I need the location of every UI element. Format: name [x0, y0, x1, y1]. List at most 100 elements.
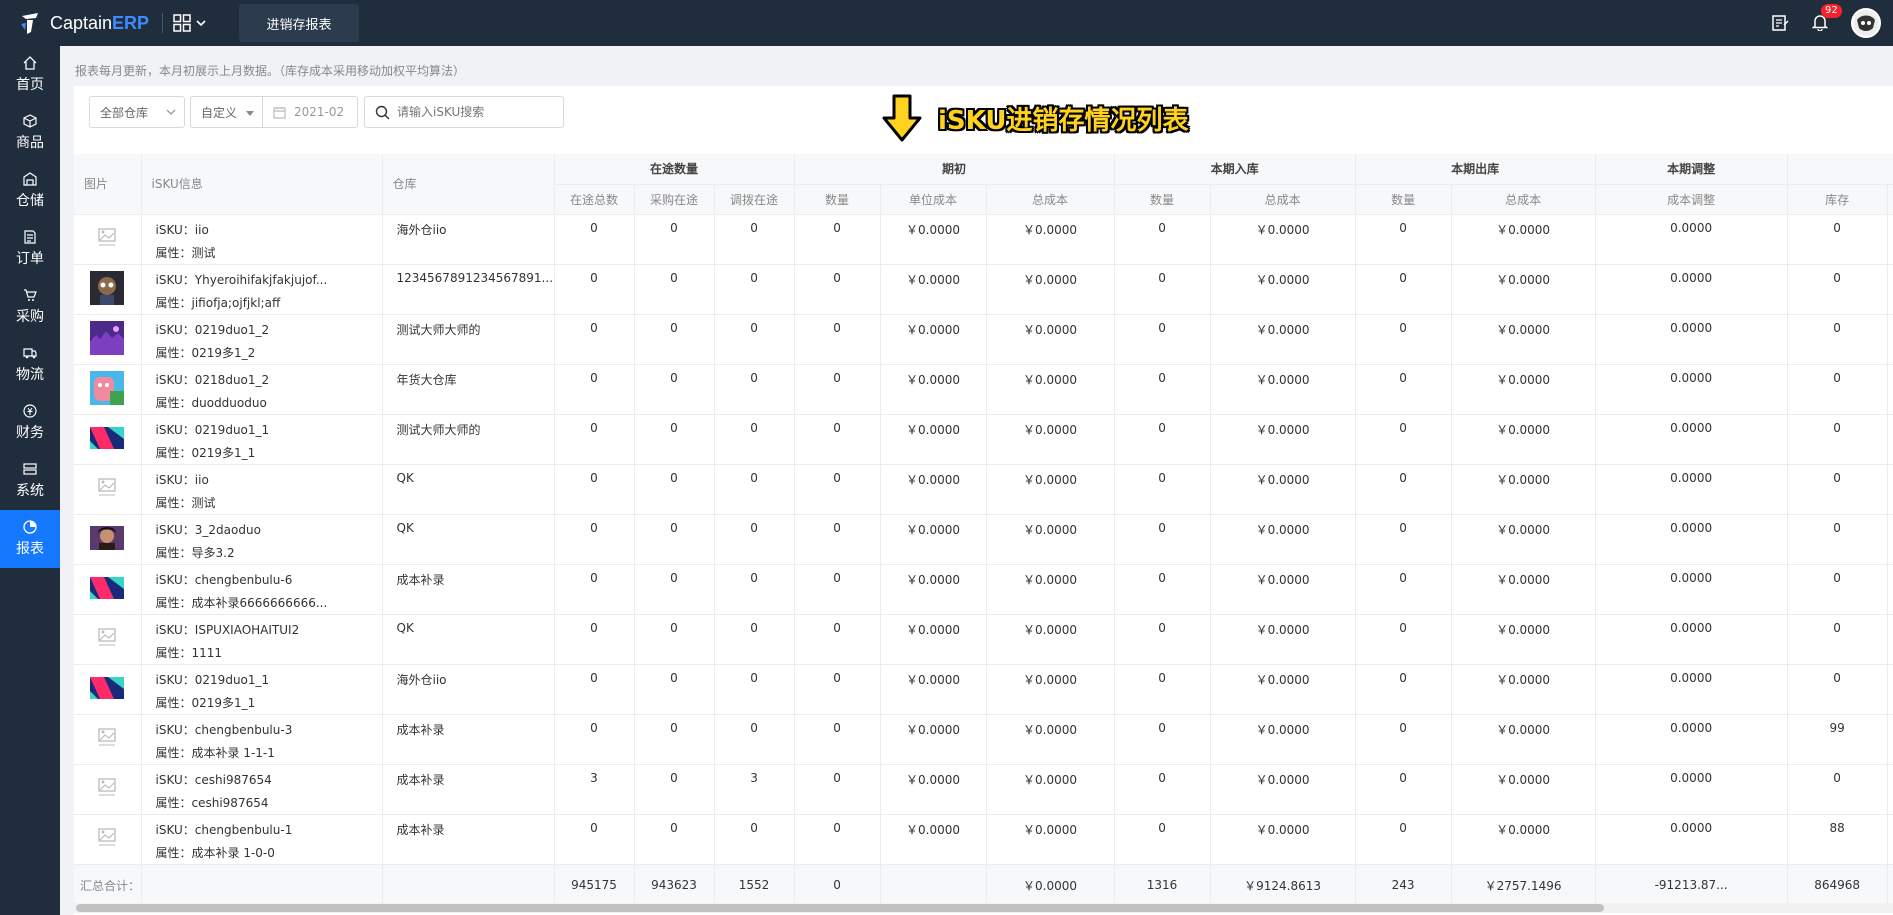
value-cell: ￥1.	[1887, 814, 1893, 865]
isku-code: iSKU：iio	[155, 472, 209, 487]
sidebar-item-6[interactable]: 财务	[0, 394, 60, 452]
sidebar-item-8[interactable]: 报表	[0, 510, 60, 568]
brand-suffix: ERP	[112, 12, 150, 33]
value-cell: 0	[1355, 414, 1452, 465]
sidebar-item-4[interactable]: 采购	[0, 278, 60, 336]
isku-search-field[interactable]	[364, 96, 564, 128]
table-row[interactable]: iSKU：Yhyeroihifakjfakjujof... 属性：jifiofja…	[74, 264, 1893, 315]
value-cell: ￥0.0000	[880, 214, 987, 265]
value-cell: ￥0.0000	[1451, 664, 1596, 715]
totals-value: 864968	[1787, 863, 1888, 907]
totals-value: 1316	[1114, 863, 1211, 907]
value-cell: ￥0.0000	[1451, 464, 1596, 515]
value-cell: ￥0.0000	[1210, 464, 1356, 515]
value-cell: ￥0.0000	[1210, 214, 1356, 265]
value-cell: 3	[714, 764, 795, 815]
period-type-select[interactable]: 自定义	[190, 96, 262, 128]
value-cell: 0	[554, 364, 635, 415]
value-cell: 0	[634, 314, 715, 365]
isku-search-input[interactable]	[397, 105, 547, 119]
tab-inventory-report[interactable]: 进销存报表	[239, 4, 359, 42]
sidebar: 首页 商品仓储订单 采购 物流 财务 系统 报表	[0, 46, 60, 915]
value-cell: 0	[1114, 714, 1211, 765]
value-cell: 0	[1114, 764, 1211, 815]
sidebar-item-2[interactable]: 仓储	[0, 162, 60, 220]
table-row[interactable]: iSKU：chengbenbulu-1 属性：成本补录 1-0-0 成本补录 0 0 0 0…	[74, 814, 1893, 865]
value-cell: 0	[634, 464, 715, 515]
table-row[interactable]: iSKU：0219duo1_1 属性：0219多1_1 海外仓iio 0 0 0 0 ￥0.0…	[74, 664, 1893, 715]
value-cell: ￥0.0000	[1451, 314, 1596, 365]
sidebar-item-7[interactable]: 系统	[0, 452, 60, 510]
value-cell: ￥0.	[1887, 414, 1893, 465]
isku-info-cell: iSKU：0219duo1_2 属性：0219多1_2	[141, 314, 383, 365]
value-cell: 0	[794, 514, 881, 565]
value-cell: 0	[714, 364, 795, 415]
isku-attribute: 属性：成本补录 1-0-0	[155, 845, 275, 860]
table-row[interactable]: iSKU：0218duo1_2 属性：duodduoduo 年货大仓库 0 0 0 0 ￥0.…	[74, 364, 1893, 415]
report-card: 全部仓库 自定义 2021-02 iSKU进销存情况列表	[74, 86, 1893, 915]
value-cell: 0	[554, 264, 635, 315]
isku-info-cell: iSKU：iio 属性：测试	[141, 464, 383, 515]
notification-bell[interactable]: 92	[1811, 3, 1842, 34]
value-cell: 0	[1787, 364, 1888, 415]
value-cell: 0	[554, 464, 635, 515]
table-row[interactable]: iSKU：ISPUXIAOHAITUI2 属性：1111 QK 0 0 0 0 ￥0.0000…	[74, 614, 1893, 665]
product-thumbnail	[74, 514, 142, 565]
value-cell: ￥0.0000	[986, 564, 1115, 615]
sidebar-item-1[interactable]: 商品	[0, 104, 60, 162]
value-cell: 0	[634, 414, 715, 465]
app-switcher[interactable]	[173, 14, 207, 32]
subcol-6: 数量	[1114, 184, 1211, 215]
logo[interactable]: Captain ERP	[0, 10, 160, 36]
home-icon	[23, 56, 37, 70]
sidebar-item-3[interactable]: 订单	[0, 220, 60, 278]
isku-info-cell: iSKU：0219duo1_1 属性：0219多1_1	[141, 664, 383, 715]
warehouse-select[interactable]: 全部仓库	[89, 96, 185, 128]
value-cell: ￥0.0000	[986, 214, 1115, 265]
value-cell: ￥0.	[1887, 514, 1893, 565]
table-row[interactable]: iSKU：iio 属性：测试 QK 0 0 0 0 ￥0.0000 ￥0.0000 0 ￥0.000…	[74, 464, 1893, 515]
product-image-icon	[90, 426, 125, 449]
value-cell: 0	[1114, 814, 1211, 865]
horizontal-scrollbar[interactable]	[74, 903, 1893, 913]
value-cell: 88	[1787, 814, 1888, 865]
sidebar-item-label: 仓储	[16, 193, 44, 209]
table-row[interactable]: iSKU：chengbenbulu-3 属性：成本补录 1-1-1 成本补录 0 0 0 0…	[74, 714, 1893, 765]
grid-icon	[173, 14, 191, 32]
value-cell: ￥0.0000	[880, 514, 987, 565]
totals-value: 945175	[554, 863, 635, 907]
value-cell: 0	[634, 364, 715, 415]
scrollbar-thumb[interactable]	[76, 904, 1604, 912]
date-picker[interactable]: 2021-02	[262, 96, 358, 128]
value-cell: ￥0.0000	[880, 364, 987, 415]
isku-code: iSKU：0219duo1_1	[155, 422, 270, 437]
table-row[interactable]: iSKU：iio 属性：测试 海外仓iio 0 0 0 0 ￥0.0000 ￥0.0000 0 ￥0…	[74, 214, 1893, 265]
product-thumbnail	[74, 614, 142, 665]
value-cell: 0	[1355, 564, 1452, 615]
product-thumbnail	[74, 714, 142, 765]
value-cell: 0	[634, 514, 715, 565]
table-row[interactable]: iSKU：0219duo1_2 属性：0219多1_2 测试大师大师的 0 0 0 0 ￥0.…	[74, 314, 1893, 365]
value-cell: ￥0.0000	[1210, 614, 1356, 665]
value-cell: 0	[1355, 614, 1452, 665]
table-row[interactable]: iSKU：3_2daoduo 属性：导多3.2 QK 0 0 0 0 ￥0.0000 ￥0.00…	[74, 514, 1893, 565]
value-cell: 0	[1355, 664, 1452, 715]
product-image-icon	[93, 474, 122, 501]
table-row[interactable]: iSKU：chengbenbulu-6 属性：成本补录6666666666... 成…	[74, 564, 1893, 615]
top-bar: Captain ERP 进销存报表 92	[0, 0, 1893, 46]
isku-info-cell: iSKU：ceshi987654 属性：ceshi987654	[141, 764, 383, 815]
value-cell: 0	[1787, 614, 1888, 665]
table-row[interactable]: iSKU：ceshi987654 属性：ceshi987654 成本补录 3 0 3 0 ￥0…	[74, 764, 1893, 815]
sidebar-item-0[interactable]: 首页	[0, 46, 60, 104]
table-row[interactable]: iSKU：0219duo1_1 属性：0219多1_1 测试大师大师的 0 0 0 0 ￥0.…	[74, 414, 1893, 465]
notes-icon[interactable]	[1771, 14, 1789, 32]
value-cell: 0	[1114, 414, 1211, 465]
value-cell: 0	[1355, 214, 1452, 265]
value-cell: 0	[794, 414, 881, 465]
value-cell: 0	[714, 314, 795, 365]
value-cell: 0	[794, 264, 881, 315]
sidebar-item-5[interactable]: 物流	[0, 336, 60, 394]
group-in-transit: 在途数量	[554, 154, 795, 185]
col-image: 图片	[74, 154, 142, 215]
user-avatar[interactable]	[1851, 8, 1881, 38]
